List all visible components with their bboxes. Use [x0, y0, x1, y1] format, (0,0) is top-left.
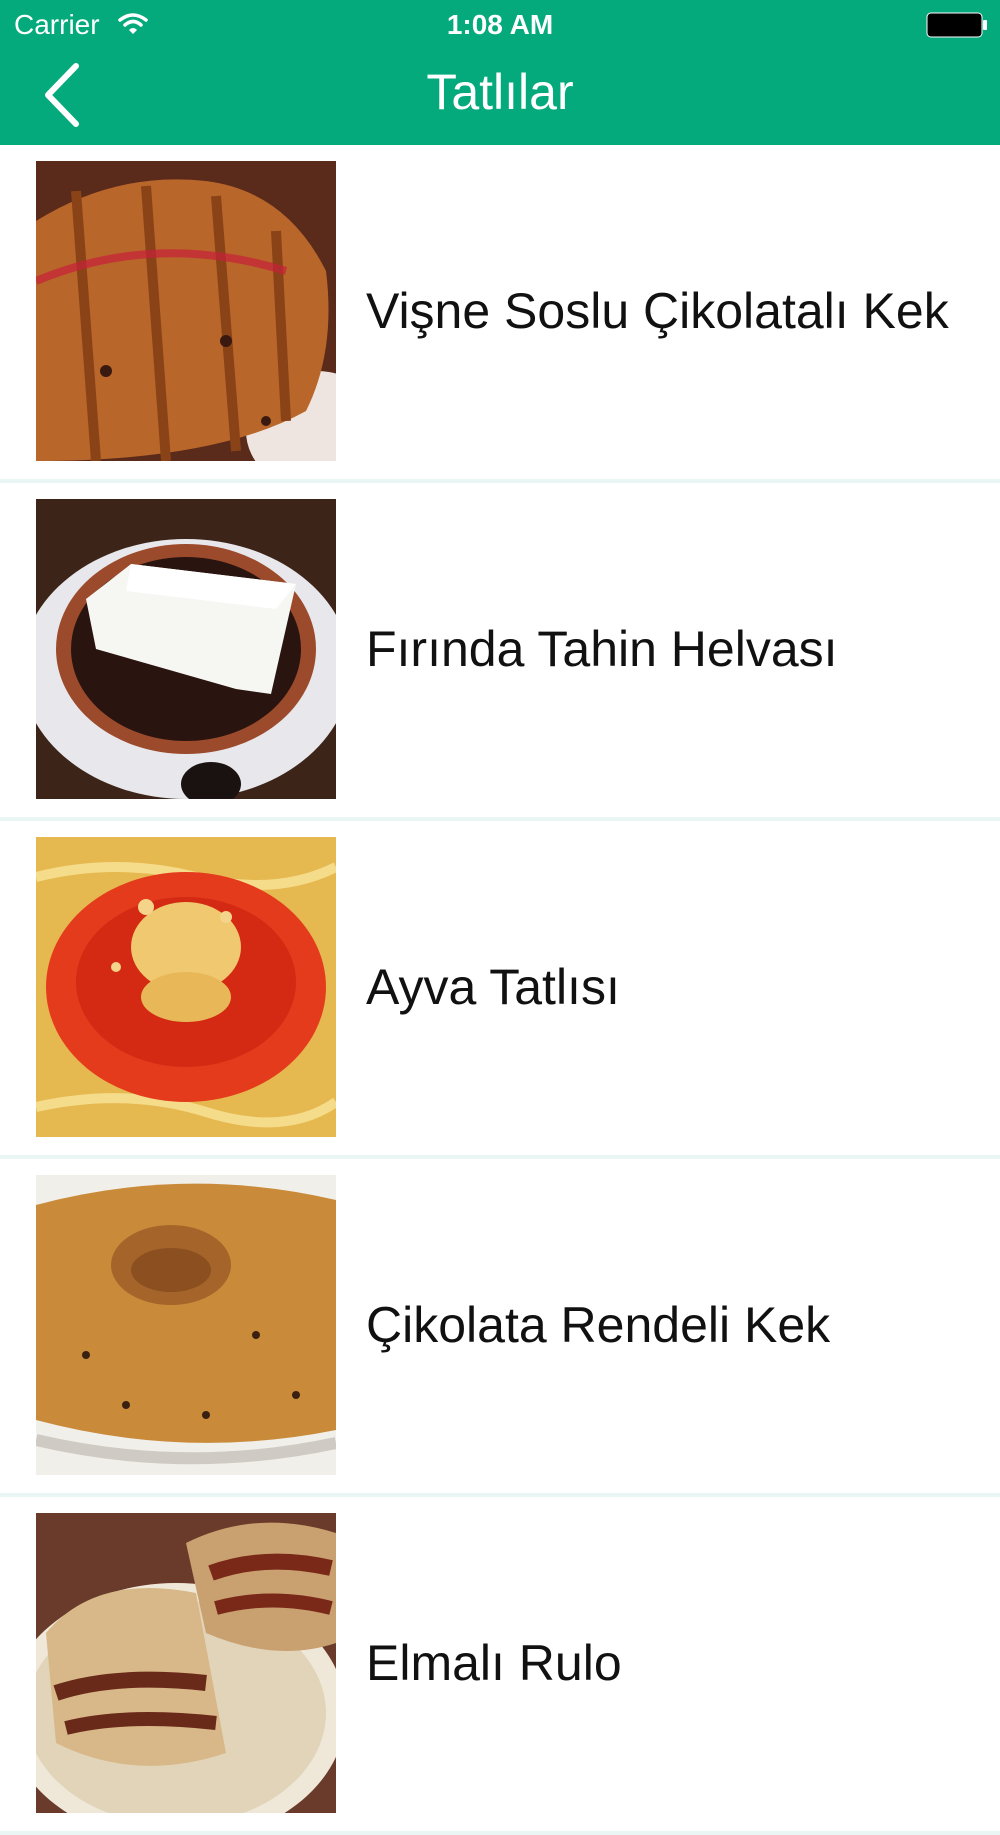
status-time: 1:08 AM	[446, 9, 554, 40]
recipe-title: Elmalı Rulo	[366, 1635, 622, 1691]
recipe-thumbnail	[36, 161, 336, 461]
list-item[interactable]: Vişne Soslu Çikolatalı Kek	[0, 145, 1000, 483]
recipe-title: Fırında Tahin Helvası	[366, 621, 838, 677]
recipe-list: Vişne Soslu Çikolatalı Kek Fırında Tahin…	[0, 145, 1000, 1835]
navigation-bar: Carrier 1:08 AM Tatlılar	[0, 0, 1000, 145]
list-item[interactable]: Çikolata Rendeli Kek	[0, 1159, 1000, 1497]
recipe-thumbnail	[36, 1513, 336, 1813]
recipe-thumbnail	[36, 837, 336, 1137]
recipe-title: Vişne Soslu Çikolatalı Kek	[366, 283, 949, 339]
recipe-title: Ayva Tatlısı	[366, 959, 620, 1015]
recipe-title: Çikolata Rendeli Kek	[366, 1297, 831, 1353]
page-title: Tatlılar	[426, 64, 574, 120]
recipe-thumbnail	[36, 1175, 336, 1475]
recipe-thumbnail	[36, 499, 336, 799]
list-item[interactable]: Fırında Tahin Helvası	[0, 483, 1000, 821]
status-bar: Carrier 1:08 AM	[0, 0, 1000, 50]
list-item[interactable]: Ayva Tatlısı	[0, 821, 1000, 1159]
list-item[interactable]: Elmalı Rulo	[0, 1497, 1000, 1835]
battery-icon	[926, 12, 987, 38]
